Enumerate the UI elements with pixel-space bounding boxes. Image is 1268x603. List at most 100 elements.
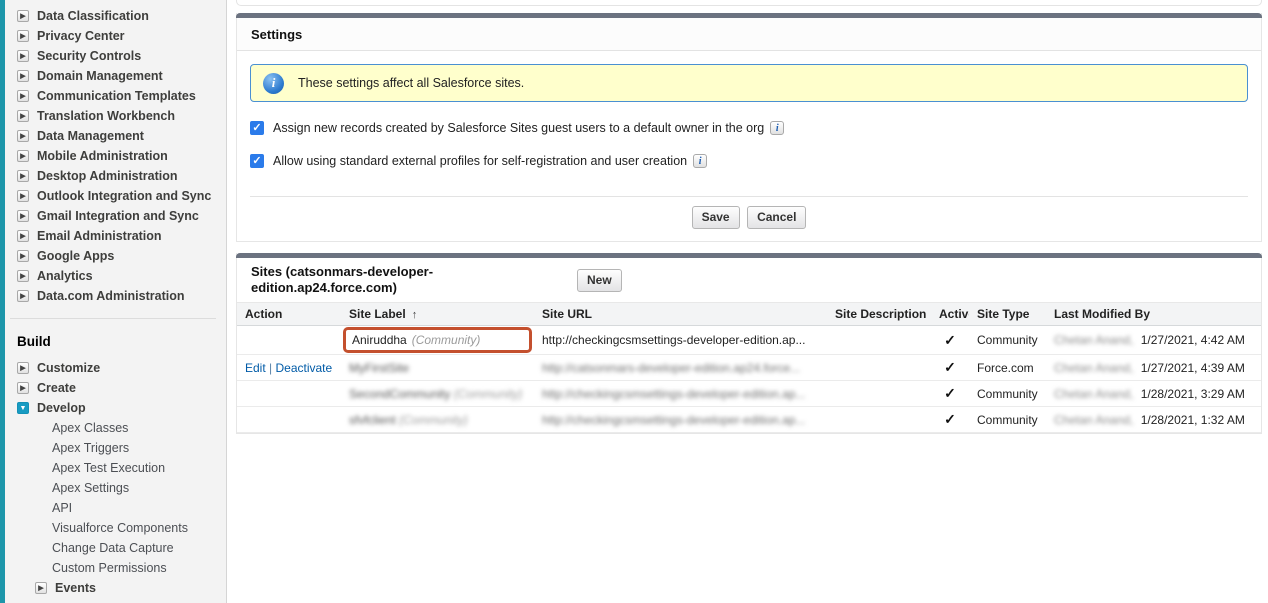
setting-row-0: ✓Assign new records created by Salesforc… (250, 121, 1248, 135)
sidebar-item-customize[interactable]: ▶Customize (0, 358, 226, 378)
column-header-site-description[interactable]: Site Description (827, 303, 931, 326)
edit-link[interactable]: Edit (245, 361, 266, 375)
sidebar-item-develop[interactable]: ▼ Develop (0, 398, 226, 418)
site-description-cell (827, 326, 931, 355)
active-checkmark-icon: ✓ (944, 411, 956, 427)
sidebar-item-data-classification[interactable]: ▶Data Classification (0, 6, 226, 26)
site-label-suffix: (Community) (412, 333, 481, 347)
sidebar-item-create[interactable]: ▶Create (0, 378, 226, 398)
site-label-text: sfvfclient (349, 413, 396, 427)
site-label-suffix: (Community) (450, 387, 522, 401)
sidebar-item-email-administration[interactable]: ▶ Email Administration (0, 226, 226, 246)
checkbox-checked[interactable]: ✓ (250, 154, 264, 168)
sidebar-item-label: Mobile Administration (37, 149, 168, 163)
modified-by-name: Chetan Anand, (1054, 361, 1133, 375)
setup-sidebar: ▶Data Classification▶Privacy Center▶Secu… (0, 0, 227, 603)
site-description-cell (827, 381, 931, 407)
sidebar-item-label: Security Controls (37, 49, 141, 63)
expand-arrow-icon[interactable]: ▶ (17, 50, 29, 62)
sidebar-item-label: Develop (37, 401, 86, 415)
expand-arrow-icon[interactable]: ▶ (17, 10, 29, 22)
table-row: Edit | DeactivateMyFirstSitehttp://catso… (237, 355, 1261, 381)
site-label-cell: SecondCommunity (Community) (341, 381, 534, 407)
save-button[interactable]: Save (692, 206, 740, 229)
info-tooltip-icon[interactable]: i (770, 121, 784, 135)
column-header-last-modified-by[interactable]: Last Modified By (1046, 303, 1261, 326)
sites-table-header-row: ActionSite Label↑Site URLSite Descriptio… (237, 303, 1261, 326)
column-header-active[interactable]: Active (931, 303, 969, 326)
sidebar-item-mobile-administration[interactable]: ▶ Mobile Administration (0, 146, 226, 166)
column-header-site-url[interactable]: Site URL (534, 303, 827, 326)
site-description-cell (827, 355, 931, 381)
expand-arrow-icon[interactable]: ▶ (17, 190, 29, 202)
sidebar-subitem-change-data-capture[interactable]: Change Data Capture (0, 538, 226, 558)
expand-arrow-icon[interactable]: ▶ (17, 110, 29, 122)
site-label-text: Aniruddha (352, 333, 407, 347)
collapse-arrow-icon[interactable]: ▼ (17, 402, 29, 414)
last-modified-cell: Chetan Anand, 1/27/2021, 4:42 AM (1046, 326, 1261, 355)
sidebar-subitem-api[interactable]: API (0, 498, 226, 518)
sidebar-item-translation-workbench[interactable]: ▶Translation Workbench (0, 106, 226, 126)
action-cell (237, 326, 341, 355)
sidebar-item-data-management[interactable]: ▶ Data Management (0, 126, 226, 146)
sidebar-item-privacy-center[interactable]: ▶Privacy Center (0, 26, 226, 46)
sidebar-item-label: Email Administration (37, 229, 162, 243)
site-url-cell: http://checkingcsmsettings-developer-edi… (534, 326, 827, 355)
sidebar-item-label: Data Management (37, 129, 144, 143)
expand-arrow-icon[interactable]: ▶ (35, 582, 47, 594)
sidebar-item-events[interactable]: ▶Events (0, 578, 226, 598)
modified-date: 1/28/2021, 1:32 AM (1137, 413, 1244, 427)
setting-row-1: ✓ Allow using standard external profiles … (250, 154, 1248, 168)
expand-arrow-icon[interactable]: ▶ (17, 290, 29, 302)
sidebar-subitem-apex-test-execution[interactable]: Apex Test Execution (0, 458, 226, 478)
modified-by-name: Chetan Anand, (1054, 413, 1133, 427)
sidebar-item-label: Analytics (37, 269, 93, 283)
modified-by-name: Chetan Anand, (1054, 333, 1133, 347)
sidebar-item-domain-management[interactable]: ▶Domain Management (0, 66, 226, 86)
sidebar-subitem-apex-triggers[interactable]: Apex Triggers (0, 438, 226, 458)
expand-arrow-icon[interactable]: ▶ (17, 382, 29, 394)
last-modified-cell: Chetan Anand, 1/28/2021, 3:29 AM (1046, 381, 1261, 407)
expand-arrow-icon[interactable]: ▶ (17, 170, 29, 182)
cancel-button[interactable]: Cancel (747, 206, 806, 229)
sidebar-accent-stripe (0, 0, 5, 603)
sidebar-item-gmail-integration-and-sync[interactable]: ▶Gmail Integration and Sync (0, 206, 226, 226)
sidebar-item-desktop-administration[interactable]: ▶Desktop Administration (0, 166, 226, 186)
sidebar-item-security-controls[interactable]: ▶ Security Controls (0, 46, 226, 66)
build-section-heading: Build (0, 319, 226, 358)
active-checkmark-icon: ✓ (944, 359, 956, 375)
deactivate-link[interactable]: Deactivate (275, 361, 332, 375)
table-row: SecondCommunity (Community)http://checki… (237, 381, 1261, 407)
column-header-site-label[interactable]: Site Label↑ (341, 303, 534, 326)
expand-arrow-icon[interactable]: ▶ (17, 30, 29, 42)
sidebar-item-google-apps[interactable]: ▶Google Apps (0, 246, 226, 266)
site-label-cell: sfvfclient (Community) (341, 407, 534, 433)
sidebar-item-analytics[interactable]: ▶ Analytics (0, 266, 226, 286)
expand-arrow-icon[interactable]: ▶ (17, 210, 29, 222)
expand-arrow-icon[interactable]: ▶ (17, 270, 29, 282)
expand-arrow-icon[interactable]: ▶ (17, 70, 29, 82)
active-cell: ✓ (931, 355, 969, 381)
sidebar-subitem-apex-classes[interactable]: Apex Classes (0, 418, 226, 438)
checkbox-checked[interactable]: ✓ (250, 121, 264, 135)
sidebar-subitem-custom-permissions[interactable]: Custom Permissions (0, 558, 226, 578)
previous-panel-bottom-edge (236, 0, 1262, 6)
expand-arrow-icon[interactable]: ▶ (17, 362, 29, 374)
sidebar-item-communication-templates[interactable]: ▶Communication Templates (0, 86, 226, 106)
sidebar-subitem-apex-settings[interactable]: Apex Settings (0, 478, 226, 498)
column-header-site-type[interactable]: Site Type (969, 303, 1046, 326)
column-header-action[interactable]: Action (237, 303, 341, 326)
expand-arrow-icon[interactable]: ▶ (17, 90, 29, 102)
sidebar-item-data-com-administration[interactable]: ▶Data.com Administration (0, 286, 226, 306)
expand-arrow-icon[interactable]: ▶ (17, 250, 29, 262)
expand-arrow-icon[interactable]: ▶ (17, 230, 29, 242)
site-url-cell: http://checkingcsmsettings-developer-edi… (534, 381, 827, 407)
sidebar-subitem-visualforce-components[interactable]: Visualforce Components (0, 518, 226, 538)
info-banner: i These settings affect all Salesforce s… (250, 64, 1248, 102)
sidebar-item-outlook-integration-and-sync[interactable]: ▶Outlook Integration and Sync (0, 186, 226, 206)
new-site-button[interactable]: New (577, 269, 622, 292)
checkbox-label: Allow using standard external profiles f… (273, 154, 687, 168)
expand-arrow-icon[interactable]: ▶ (17, 150, 29, 162)
info-tooltip-icon[interactable]: i (693, 154, 707, 168)
expand-arrow-icon[interactable]: ▶ (17, 130, 29, 142)
